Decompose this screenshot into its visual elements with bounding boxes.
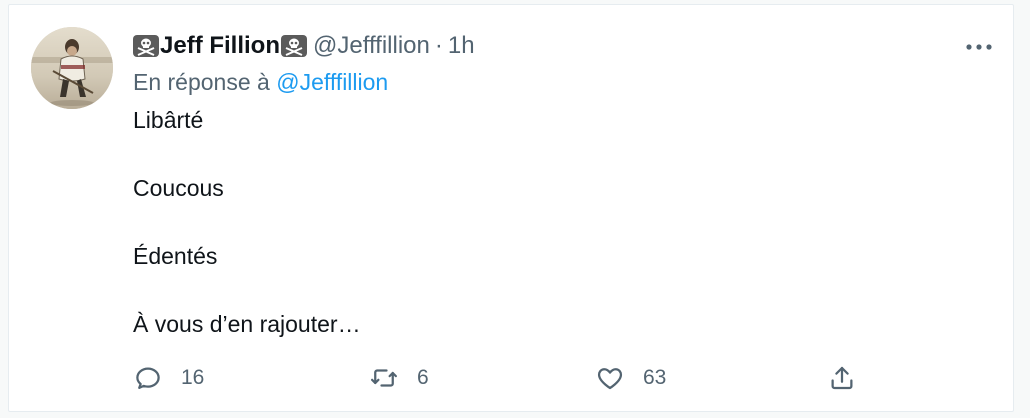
- tweet-actions: 16 6 63: [133, 361, 973, 395]
- more-options-button[interactable]: [961, 35, 997, 59]
- skull-crossbones-icon: [133, 34, 159, 58]
- reply-mention-link[interactable]: @Jefffillion: [276, 69, 388, 95]
- tweet-line: Coucous: [133, 175, 224, 201]
- reply-prefix: En réponse à: [133, 69, 270, 95]
- author-name[interactable]: Jeff Fillion: [160, 32, 280, 60]
- separator-dot: ·: [434, 32, 443, 59]
- like-button[interactable]: 63: [595, 361, 666, 395]
- timestamp[interactable]: 1h: [448, 32, 475, 60]
- reply-count: 16: [181, 366, 205, 389]
- heart-icon: [597, 368, 623, 390]
- reply-context: En réponse à @Jefffillion: [133, 69, 388, 96]
- tweet-line: À vous d’en rajouter…: [133, 311, 361, 337]
- retweet-icon: [371, 369, 397, 387]
- skull-crossbones-icon: [281, 34, 307, 58]
- tweet-line: Édentés: [133, 243, 218, 269]
- avatar[interactable]: [31, 27, 113, 109]
- tweet-line: Libârté: [133, 107, 204, 133]
- reply-button[interactable]: 16: [133, 361, 204, 395]
- share-icon: [831, 366, 853, 390]
- avatar-photo: [31, 27, 113, 109]
- tweet-card[interactable]: Jeff Fillion @Jefffillion · 1h En répons…: [8, 4, 1014, 412]
- retweet-count: 6: [417, 366, 429, 389]
- tweet-header: Jeff Fillion @Jefffillion · 1h: [133, 31, 475, 61]
- retweet-button[interactable]: 6: [369, 361, 429, 395]
- author-handle[interactable]: @Jefffillion: [313, 32, 430, 60]
- more-horizontal-icon: [966, 44, 992, 50]
- reply-icon: [136, 367, 160, 389]
- share-button[interactable]: [827, 361, 857, 395]
- tweet-text: Libârté Coucous Édentés À vous d’en rajo…: [133, 103, 361, 375]
- like-count: 63: [643, 366, 667, 389]
